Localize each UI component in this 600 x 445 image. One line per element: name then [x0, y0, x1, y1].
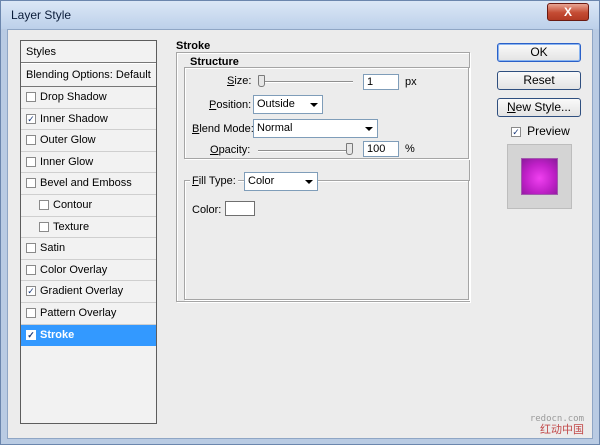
style-item-label: Satin	[40, 242, 66, 255]
window-title: Layer Style	[11, 8, 72, 22]
preview-checkbox[interactable]: ✓ Preview	[511, 124, 570, 138]
checkbox-icon[interactable]	[26, 156, 36, 167]
style-item-label: Outer Glow	[40, 134, 96, 147]
opacity-label: Opacity:	[210, 144, 251, 156]
styles-header[interactable]: Styles	[21, 41, 156, 63]
style-item-satin[interactable]: Satin	[21, 238, 156, 260]
style-item-label: Inner Shadow	[40, 112, 108, 125]
opacity-slider-track[interactable]	[258, 150, 353, 152]
checkbox-icon[interactable]	[26, 135, 36, 146]
checkbox-icon[interactable]: ✓	[26, 286, 36, 297]
blend-mode-label: Blend Mode:	[192, 123, 254, 135]
preview-thumbnail	[507, 144, 572, 209]
style-item-label: Texture	[53, 220, 90, 233]
style-item-pattern-overlay[interactable]: Pattern Overlay	[21, 303, 156, 325]
fill-type-value: Color	[248, 175, 275, 187]
style-item-label: Pattern Overlay	[40, 306, 117, 319]
position-value: Outside	[257, 98, 295, 110]
style-item-inner-glow[interactable]: Inner Glow	[21, 152, 156, 174]
watermark-text: 红动中国	[540, 424, 584, 436]
style-item-gradient-overlay[interactable]: ✓ Gradient Overlay	[21, 281, 156, 303]
layer-style-dialog: Layer Style X Styles Blending Options: D…	[0, 0, 600, 445]
fill-type-label: Fill Type:	[190, 175, 238, 187]
position-label: Position:	[209, 99, 252, 111]
color-label: Color:	[192, 204, 222, 216]
title-bar[interactable]: Layer Style X	[1, 1, 599, 29]
style-item-inner-shadow[interactable]: ✓ Inner Shadow	[21, 109, 156, 131]
checkbox-icon[interactable]: ✓	[26, 329, 36, 340]
blend-mode-value: Normal	[257, 122, 293, 134]
checkbox-icon[interactable]	[39, 199, 49, 210]
ok-button[interactable]: OK	[497, 43, 581, 62]
style-item-label: Color Overlay	[40, 263, 108, 276]
preview-swatch	[521, 158, 558, 195]
size-slider-track[interactable]	[258, 81, 353, 83]
size-slider-thumb[interactable]	[258, 75, 265, 87]
style-item-label: Inner Glow	[40, 155, 94, 168]
checkbox-icon[interactable]	[26, 178, 36, 189]
style-item-outer-glow[interactable]: Outer Glow	[21, 130, 156, 152]
opacity-slider-thumb[interactable]	[346, 143, 353, 155]
checkbox-icon[interactable]: ✓	[26, 113, 36, 124]
stroke-group-title: Stroke	[176, 40, 211, 52]
new-style-button[interactable]: New Style...	[497, 98, 581, 117]
size-input[interactable]: 1	[363, 74, 399, 90]
checkbox-icon[interactable]	[26, 264, 36, 275]
reset-button[interactable]: Reset	[497, 71, 581, 90]
style-item-label: Bevel and Emboss	[40, 177, 132, 190]
checkbox-icon[interactable]	[39, 221, 49, 232]
style-item-color-overlay[interactable]: Color Overlay	[21, 260, 156, 282]
blend-mode-select[interactable]: Normal	[253, 119, 378, 138]
style-item-bevel-and-emboss[interactable]: Bevel and Emboss	[21, 173, 156, 195]
blending-options-item[interactable]: Blending Options: Default	[21, 63, 156, 87]
chevron-down-icon	[305, 180, 313, 184]
stroke-color-swatch[interactable]	[225, 201, 255, 216]
size-label: Size:	[227, 75, 252, 87]
position-select[interactable]: Outside	[253, 95, 323, 114]
style-item-texture[interactable]: Texture	[21, 217, 156, 239]
preview-label: Preview	[527, 124, 570, 138]
size-unit: px	[405, 76, 417, 88]
style-item-contour[interactable]: Contour	[21, 195, 156, 217]
opacity-input[interactable]: 100	[363, 141, 399, 157]
checkbox-icon: ✓	[511, 127, 521, 137]
chevron-down-icon	[310, 103, 318, 107]
opacity-unit: %	[405, 143, 415, 155]
style-item-label: Contour	[53, 198, 93, 211]
checkbox-icon[interactable]	[26, 243, 36, 254]
style-item-label: Drop Shadow	[40, 91, 107, 103]
style-item-stroke[interactable]: ✓ Stroke	[21, 324, 156, 347]
fill-group-box	[184, 180, 469, 300]
style-item-label: Gradient Overlay	[40, 285, 124, 298]
chevron-down-icon	[365, 127, 373, 131]
style-item-drop-shadow[interactable]: Drop Shadow	[21, 87, 156, 109]
checkbox-icon[interactable]	[26, 92, 36, 102]
style-item-label: Stroke	[40, 328, 75, 341]
checkbox-icon[interactable]	[26, 307, 36, 318]
dialog-client-area: Styles Blending Options: Default Drop Sh…	[7, 29, 593, 439]
style-items: Drop Shadow ✓ Inner Shadow Outer Glow Inner …	[21, 87, 156, 347]
fill-type-select[interactable]: Color	[244, 172, 318, 191]
close-button[interactable]: X	[547, 3, 589, 21]
styles-list: Styles Blending Options: Default Drop Sh…	[20, 40, 157, 424]
